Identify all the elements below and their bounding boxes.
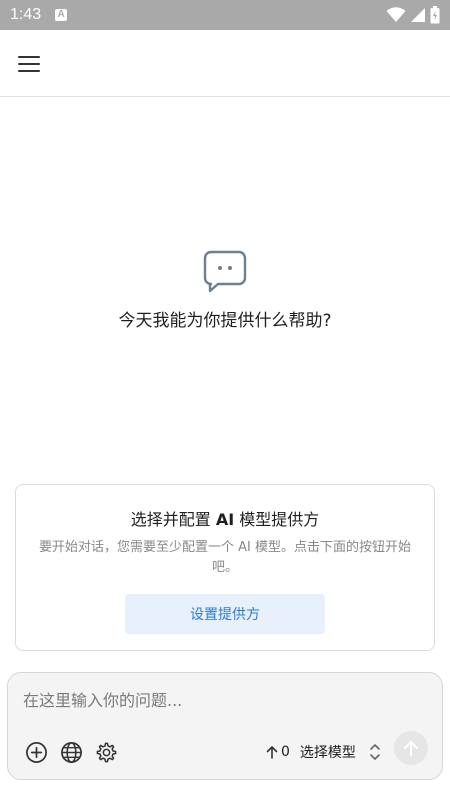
send-arrow-icon xyxy=(404,741,418,756)
chat-bubble-icon xyxy=(203,250,247,293)
menu-button[interactable] xyxy=(12,48,46,80)
hamburger-menu-icon xyxy=(18,56,40,72)
add-attachment-button[interactable] xyxy=(23,739,49,765)
model-selector[interactable]: 0 选择模型 xyxy=(266,740,384,764)
notification-badge-icon: A xyxy=(55,9,68,21)
arrow-up-icon xyxy=(266,746,278,759)
signal-icon xyxy=(411,8,425,22)
battery-icon xyxy=(430,6,440,24)
card-description: 要开始对话，您需要至少配置一个 AI 模型。点击下面的按钮开始吧。 xyxy=(39,540,411,575)
send-button[interactable] xyxy=(394,731,428,765)
model-count: 0 xyxy=(266,744,290,760)
globe-icon xyxy=(60,741,82,763)
chevron-up-down-icon xyxy=(370,744,380,760)
provider-setup-card: 选择并配置 AI 模型提供方 要开始对话，您需要至少配置一个 AI 模型。点击下… xyxy=(15,484,435,651)
card-title-bold: AI xyxy=(215,510,235,529)
model-count-value: 0 xyxy=(281,744,290,760)
composer-panel: 0 选择模型 xyxy=(7,672,443,780)
card-title: 选择并配置 AI 模型提供方 xyxy=(131,506,320,530)
settings-icon xyxy=(96,742,116,762)
message-input[interactable] xyxy=(23,687,423,713)
empty-state-title: 今天我能为你提供什么帮助? xyxy=(118,311,332,331)
card-title-prefix: 选择并配置 xyxy=(130,510,216,529)
setup-provider-button[interactable]: 设置提供方 xyxy=(125,594,325,634)
web-search-button[interactable] xyxy=(58,739,84,765)
status-icons xyxy=(386,6,440,24)
card-title-suffix: 模型提供方 xyxy=(234,510,320,529)
empty-state: 今天我能为你提供什么帮助? xyxy=(0,248,450,331)
status-bar: 1:43 A xyxy=(0,0,450,30)
settings-button[interactable] xyxy=(93,739,119,765)
add-icon xyxy=(25,741,47,763)
status-left: 1:43 A xyxy=(10,6,68,24)
status-time: 1:43 xyxy=(10,6,42,23)
app-header xyxy=(0,30,450,97)
model-select-label: 选择模型 xyxy=(299,745,356,761)
wifi-icon xyxy=(386,7,406,22)
